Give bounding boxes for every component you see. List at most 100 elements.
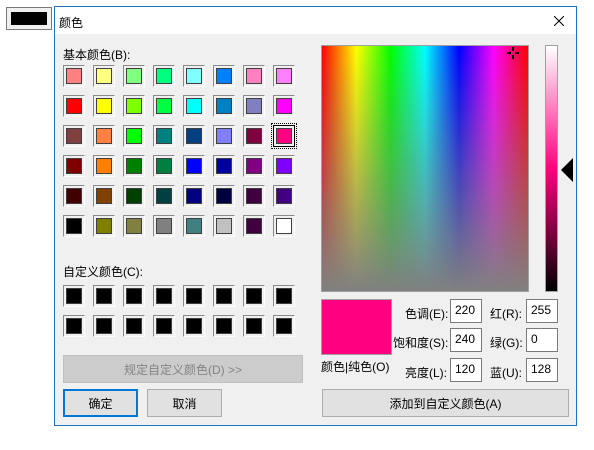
custom-color-swatch[interactable] — [123, 315, 145, 337]
basic-color-swatch[interactable] — [123, 155, 145, 177]
basic-color-swatch-fill — [156, 98, 172, 114]
basic-color-swatch[interactable] — [273, 215, 295, 237]
define-custom-colors-button[interactable]: 规定自定义颜色(D) >> — [63, 355, 303, 383]
basic-color-swatch-fill — [156, 218, 172, 234]
red-input[interactable]: 255 — [526, 299, 558, 323]
basic-color-swatch[interactable] — [63, 155, 85, 177]
basic-color-swatch[interactable] — [243, 155, 265, 177]
custom-color-swatch[interactable] — [63, 315, 85, 337]
saturation-input[interactable]: 240 — [450, 328, 482, 352]
luminance-slider[interactable] — [545, 45, 558, 292]
basic-color-swatch[interactable] — [243, 185, 265, 207]
basic-color-swatch[interactable] — [153, 95, 175, 117]
close-button[interactable] — [542, 7, 576, 34]
basic-color-swatch-fill — [96, 158, 112, 174]
basic-color-swatch[interactable] — [123, 185, 145, 207]
custom-color-swatch-fill — [66, 318, 82, 334]
basic-color-swatch[interactable] — [183, 65, 205, 87]
basic-color-swatch[interactable] — [63, 65, 85, 87]
basic-color-swatch[interactable] — [243, 95, 265, 117]
basic-color-swatch[interactable] — [213, 95, 235, 117]
basic-color-swatch[interactable] — [63, 185, 85, 207]
custom-color-swatch[interactable] — [243, 315, 265, 337]
hue-input[interactable]: 220 — [450, 299, 482, 323]
basic-color-swatch[interactable] — [63, 215, 85, 237]
basic-color-swatch[interactable] — [153, 215, 175, 237]
red-label: 红(R): — [490, 307, 522, 321]
basic-color-swatch[interactable] — [213, 155, 235, 177]
color-spectrum[interactable] — [321, 45, 529, 292]
basic-color-swatch[interactable] — [183, 215, 205, 237]
basic-color-swatch[interactable] — [243, 65, 265, 87]
basic-color-swatch-fill — [66, 128, 82, 144]
basic-color-swatch-fill — [126, 158, 142, 174]
basic-color-swatch[interactable] — [273, 65, 295, 87]
basic-color-swatch[interactable] — [153, 65, 175, 87]
custom-color-swatch[interactable] — [153, 285, 175, 307]
basic-color-swatch[interactable] — [93, 65, 115, 87]
blue-label: 蓝(U): — [490, 366, 522, 380]
basic-color-swatch-fill — [186, 128, 202, 144]
basic-color-swatch[interactable] — [153, 185, 175, 207]
basic-color-swatch[interactable] — [93, 95, 115, 117]
basic-color-swatch-fill — [186, 98, 202, 114]
custom-color-swatch[interactable] — [63, 285, 85, 307]
basic-color-swatch[interactable] — [93, 125, 115, 147]
luminance-input[interactable]: 120 — [450, 358, 482, 382]
cancel-button[interactable]: 取消 — [147, 389, 222, 417]
basic-color-swatch-fill — [66, 218, 82, 234]
custom-color-swatch[interactable] — [183, 315, 205, 337]
basic-color-swatch[interactable] — [213, 65, 235, 87]
custom-color-swatch[interactable] — [153, 315, 175, 337]
basic-color-swatch[interactable] — [273, 185, 295, 207]
basic-color-swatch[interactable] — [123, 95, 145, 117]
basic-color-swatch[interactable] — [213, 125, 235, 147]
basic-color-swatch[interactable] — [243, 215, 265, 237]
blue-input[interactable]: 128 — [526, 358, 558, 382]
custom-color-swatch[interactable] — [93, 315, 115, 337]
basic-color-swatch[interactable] — [123, 215, 145, 237]
basic-color-swatch-fill — [96, 188, 112, 204]
basic-color-swatch-fill — [156, 158, 172, 174]
basic-color-swatch[interactable] — [183, 185, 205, 207]
basic-color-swatch[interactable] — [273, 95, 295, 117]
basic-color-swatch[interactable] — [183, 95, 205, 117]
basic-color-swatch[interactable] — [123, 65, 145, 87]
custom-color-swatch[interactable] — [243, 285, 265, 307]
basic-color-swatch[interactable] — [93, 185, 115, 207]
green-input[interactable]: 0 — [526, 328, 558, 352]
luminance-arrow-icon[interactable] — [561, 158, 573, 182]
basic-color-swatch-fill — [66, 188, 82, 204]
basic-color-swatch[interactable] — [63, 95, 85, 117]
basic-colors-label: 基本颜色(B): — [63, 48, 131, 62]
basic-color-swatch-fill — [96, 98, 112, 114]
basic-color-swatch[interactable] — [183, 125, 205, 147]
basic-color-swatch[interactable] — [213, 185, 235, 207]
basic-color-swatch[interactable] — [271, 123, 297, 149]
basic-color-swatch-fill — [216, 188, 232, 204]
basic-color-swatch[interactable] — [273, 155, 295, 177]
basic-color-swatch[interactable] — [243, 125, 265, 147]
basic-color-swatch[interactable] — [183, 155, 205, 177]
custom-color-swatch[interactable] — [273, 315, 295, 337]
custom-color-swatch[interactable] — [213, 315, 235, 337]
add-to-custom-colors-button[interactable]: 添加到自定义颜色(A) — [322, 389, 569, 417]
basic-color-swatch-fill — [96, 128, 112, 144]
basic-color-swatch[interactable] — [93, 215, 115, 237]
custom-color-swatch[interactable] — [273, 285, 295, 307]
basic-color-swatch[interactable] — [213, 215, 235, 237]
basic-color-swatch[interactable] — [93, 155, 115, 177]
custom-color-swatch-fill — [186, 318, 202, 334]
custom-color-swatch[interactable] — [213, 285, 235, 307]
basic-color-swatch[interactable] — [153, 155, 175, 177]
basic-color-swatch[interactable] — [153, 125, 175, 147]
basic-color-swatch[interactable] — [63, 125, 85, 147]
basic-color-swatch-fill — [126, 98, 142, 114]
basic-color-swatch-fill — [216, 128, 232, 144]
basic-color-swatch[interactable] — [123, 125, 145, 147]
custom-color-swatch[interactable] — [183, 285, 205, 307]
ok-button[interactable]: 确定 — [63, 389, 138, 417]
custom-color-swatch[interactable] — [123, 285, 145, 307]
custom-color-swatch[interactable] — [93, 285, 115, 307]
basic-color-swatch-fill — [276, 188, 292, 204]
